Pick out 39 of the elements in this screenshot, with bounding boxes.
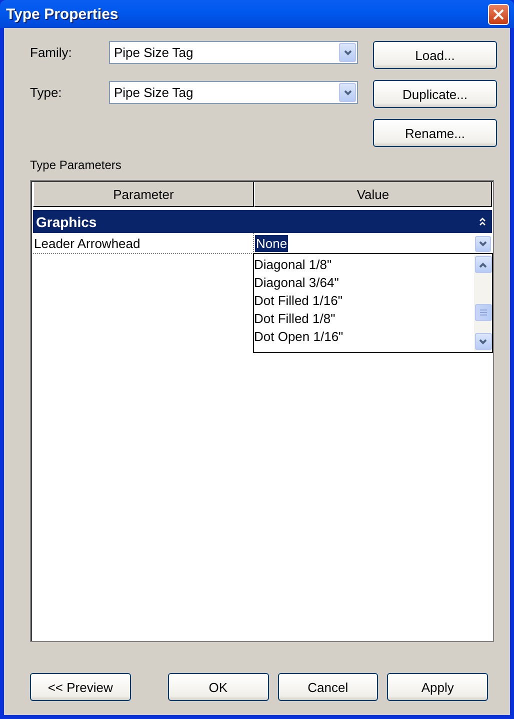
action-button[interactable]: Duplicate... [373,80,497,108]
dropdown-field[interactable]: Pipe Size Tag [109,81,358,104]
field-label: Family: [30,45,73,60]
close-icon [493,8,504,20]
dialog-button[interactable]: Cancel [278,673,378,701]
list-option[interactable]: Dot Filled 1/16" [254,292,474,310]
scroll-down-button[interactable] [474,333,492,350]
dialog-button[interactable]: Apply [387,673,488,701]
value-dropdown[interactable]: None [254,233,492,254]
grip-icon [480,308,486,316]
collapse-icon [479,217,486,226]
caret-icon [478,338,488,346]
list-option[interactable]: Dot Filled 1/8" [254,310,474,328]
section-label: Type Parameters [30,158,122,172]
list-option[interactable]: Dot Open 1/16" [254,328,474,346]
list-option[interactable]: Diagonal 1/8" [254,256,474,274]
table-cell: Leader Arrowhead [33,233,254,254]
dialog-button[interactable]: OK [168,673,268,701]
scrollbar[interactable] [474,254,492,352]
close-button[interactable] [488,4,509,24]
window-title: Type Properties [6,6,118,22]
field-label: Type: [30,85,63,100]
dropdown-button[interactable] [339,43,356,62]
scroll-up-button[interactable] [474,256,492,273]
column-header: Parameter [33,182,254,207]
dropdown-button[interactable] [475,236,491,252]
column-header: Value [254,182,492,207]
dropdown-field[interactable]: Pipe Size Tag [109,41,358,64]
group-header[interactable]: Graphics [33,210,492,233]
list-option[interactable]: Diagonal 3/64" [254,274,474,292]
caret-icon [342,88,352,96]
caret-icon [478,240,488,248]
caret-icon [342,48,352,56]
dialog-button[interactable]: << Preview [30,673,131,701]
action-button[interactable]: Rename... [373,119,497,147]
action-button[interactable]: Load... [373,41,497,69]
scroll-thumb[interactable] [474,304,492,320]
dropdown-button[interactable] [339,83,356,102]
caret-icon [478,260,488,268]
